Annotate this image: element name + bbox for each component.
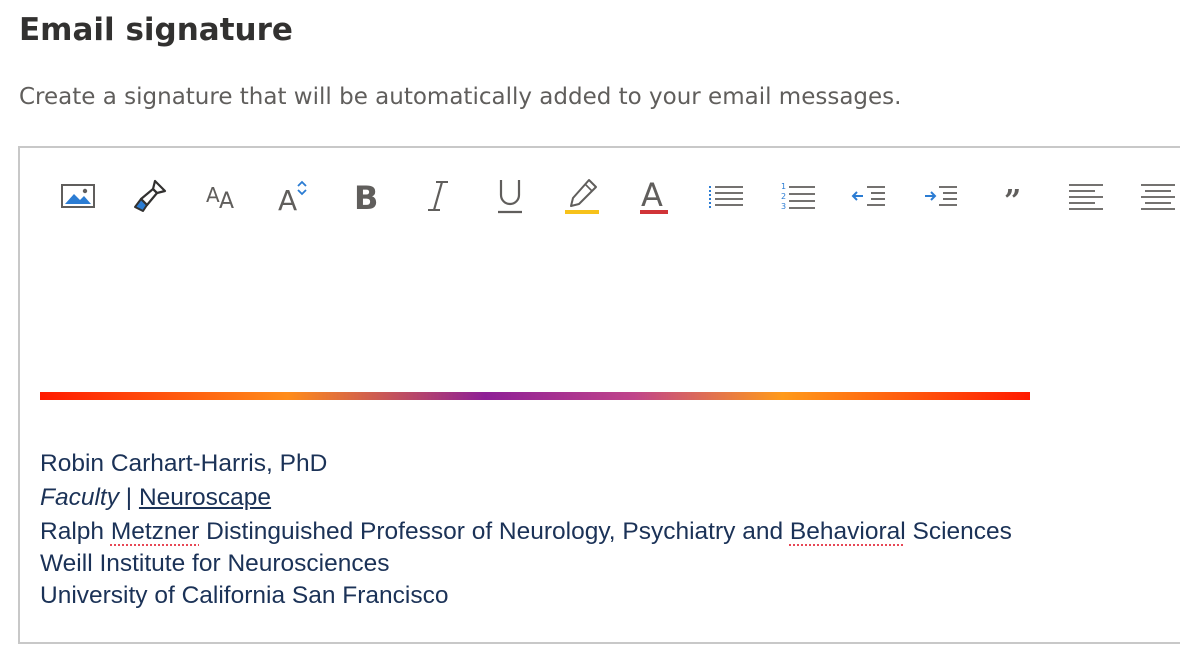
svg-text:2: 2	[781, 192, 786, 201]
align-center-button[interactable]	[1132, 170, 1180, 222]
font-color-icon: A	[640, 176, 668, 214]
signature-editor[interactable]: A A A B A 1 2 3 ” Robin Carhart-Harris, …	[18, 146, 1180, 644]
highlighter-icon	[565, 179, 599, 214]
bold-button[interactable]: B	[340, 170, 392, 222]
svg-text:A: A	[206, 183, 220, 207]
bullets-button[interactable]	[700, 170, 752, 222]
signature-institute: Weill Institute for Neurosciences	[40, 550, 390, 577]
signature-separator: |	[118, 484, 139, 511]
image-icon	[61, 184, 95, 208]
formatting-toolbar: A A A B A 1 2 3 ”	[20, 148, 1180, 248]
svg-text:A: A	[641, 176, 663, 214]
svg-text:1: 1	[781, 182, 786, 191]
outdent-icon	[851, 186, 885, 206]
align-center-icon	[1141, 184, 1175, 210]
title-text-pre: Ralph	[40, 518, 111, 545]
font-size-icon: A	[278, 180, 307, 213]
signature-role-line: Faculty | Neuroscape	[40, 482, 1012, 514]
section-title: Email signature	[19, 12, 293, 48]
italic-button[interactable]	[412, 170, 464, 222]
section-description: Create a signature that will be automati…	[19, 84, 902, 110]
highlight-button[interactable]	[556, 170, 608, 222]
svg-text:”: ”	[1004, 184, 1021, 209]
increase-indent-button[interactable]	[916, 170, 968, 222]
font-button[interactable]: A A	[196, 170, 248, 222]
signature-university: University of California San Francisco	[40, 582, 449, 609]
align-left-icon	[1069, 184, 1103, 210]
underline-icon	[498, 180, 522, 214]
format-painter-button[interactable]	[124, 170, 176, 222]
paintbrush-icon	[134, 179, 167, 212]
italic-icon	[428, 181, 448, 211]
bold-icon: B	[354, 179, 378, 213]
indent-icon	[925, 186, 957, 206]
email-signature-settings: Email signature Create a signature that …	[0, 0, 1180, 664]
svg-text:3: 3	[781, 202, 786, 211]
numbered-list-icon: 1 2 3	[781, 182, 815, 211]
bullet-list-icon	[709, 186, 743, 208]
signature-title-line: Ralph Metzner Distinguished Professor of…	[40, 516, 1012, 548]
spellcheck-word-metzner[interactable]: Metzner	[111, 518, 200, 545]
underline-button[interactable]	[484, 170, 536, 222]
title-text-post: Sciences	[905, 518, 1012, 545]
insert-picture-button[interactable]	[52, 170, 104, 222]
neuroscape-link[interactable]: Neuroscape	[139, 484, 271, 511]
quote-button[interactable]: ”	[988, 170, 1040, 222]
font-color-button[interactable]: A	[628, 170, 680, 222]
font-size-button[interactable]: A	[268, 170, 320, 222]
spellcheck-word-behavioral[interactable]: Behavioral	[790, 518, 906, 545]
title-text-mid: Distinguished Professor of Neurology, Ps…	[199, 518, 790, 545]
signature-name: Robin Carhart-Harris, PhD	[40, 450, 328, 477]
decrease-indent-button[interactable]	[844, 170, 896, 222]
align-left-button[interactable]	[1060, 170, 1112, 222]
font-icon: A A	[206, 183, 234, 211]
svg-text:B: B	[354, 179, 378, 213]
signature-role: Faculty	[40, 484, 119, 511]
quote-icon: ”	[1004, 184, 1021, 209]
svg-text:A: A	[219, 189, 234, 211]
signature-content[interactable]: Robin Carhart-Harris, PhD Faculty | Neur…	[40, 448, 1012, 612]
svg-text:A: A	[278, 184, 297, 213]
signature-gradient-rule	[40, 392, 1030, 400]
numbering-button[interactable]: 1 2 3	[772, 170, 824, 222]
